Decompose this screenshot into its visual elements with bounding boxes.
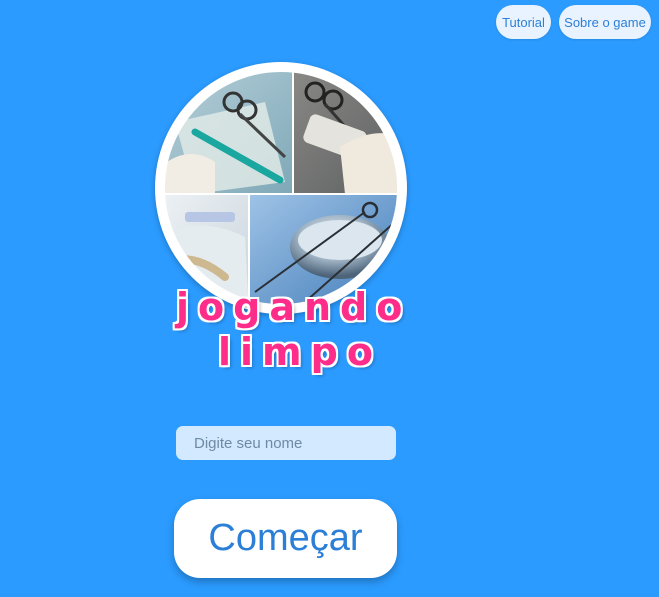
about-game-button[interactable]: Sobre o game xyxy=(559,5,651,39)
medical-instruments-image xyxy=(159,66,403,310)
name-input[interactable] xyxy=(176,426,396,460)
logo-title-line2: limpo xyxy=(218,330,382,374)
logo-title-line1: jogando xyxy=(176,285,412,329)
tutorial-button[interactable]: Tutorial xyxy=(496,5,551,39)
start-button[interactable]: Começar xyxy=(174,499,397,578)
logo-photo-collage xyxy=(155,62,407,314)
game-logo xyxy=(155,62,415,322)
